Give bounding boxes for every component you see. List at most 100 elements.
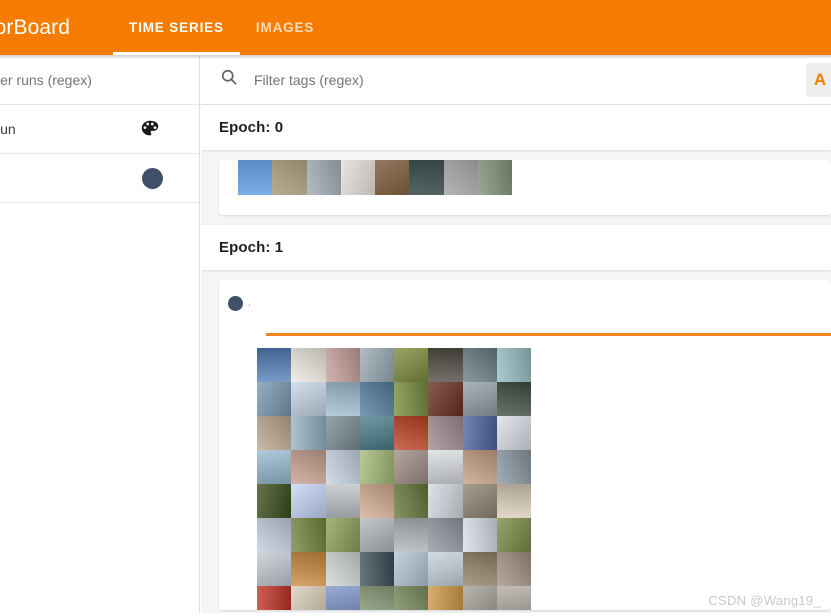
image-thumbnail <box>359 586 394 610</box>
image-thumbnail <box>272 160 307 195</box>
image-thumbnail <box>477 160 512 195</box>
tab-time-series[interactable]: TIME SERIES <box>113 0 240 55</box>
image-thumbnail <box>257 518 292 552</box>
image-thumbnail <box>325 450 360 484</box>
settings-button[interactable]: A <box>806 63 831 97</box>
image-thumbnail <box>409 160 444 195</box>
image-thumbnail <box>443 160 478 195</box>
image-card-1: . <box>219 280 831 610</box>
image-thumbnail <box>291 348 326 382</box>
image-thumbnail <box>394 450 429 484</box>
image-thumbnail <box>359 348 394 382</box>
tab-images[interactable]: IMAGES <box>240 0 330 55</box>
image-thumbnail <box>257 450 292 484</box>
run-section-label: Run <box>0 121 16 137</box>
image-thumbnail <box>359 552 394 586</box>
image-thumbnail <box>428 348 463 382</box>
image-thumbnail <box>428 518 463 552</box>
image-thumbnail <box>428 484 463 518</box>
epoch-body-1: . <box>201 270 831 616</box>
settings-button-glyph: A <box>813 70 827 89</box>
image-thumbnail <box>496 382 531 416</box>
image-thumbnail <box>340 160 375 195</box>
tag-filter-bar[interactable]: Filter tags (regex) A <box>201 55 831 105</box>
run-color-swatch <box>228 295 243 311</box>
tag-filter-input[interactable]: Filter tags (regex) <box>254 72 364 88</box>
image-card-1-title: . <box>248 296 252 309</box>
tab-bar: TIME SERIES IMAGES <box>113 0 330 55</box>
image-thumbnail <box>325 416 360 450</box>
image-thumbnail <box>428 382 463 416</box>
epoch-body-0 <box>201 150 831 225</box>
image-thumbnail <box>257 586 292 610</box>
run-list-item[interactable] <box>0 154 199 203</box>
palette-icon[interactable] <box>139 118 161 140</box>
image-thumbnail <box>394 552 429 586</box>
tensorboard-app: sorBoard TIME SERIES IMAGES ilter runs (… <box>0 0 831 616</box>
epoch-header-1-label: Epoch: 1 <box>219 239 284 256</box>
image-thumbnail <box>394 416 429 450</box>
image-thumbnail <box>394 586 429 610</box>
epoch-header-0-label: Epoch: 0 <box>219 119 284 136</box>
image-thumbnail <box>257 382 292 416</box>
step-slider[interactable] <box>266 333 831 336</box>
image-thumbnail <box>291 552 326 586</box>
app-bar: sorBoard TIME SERIES IMAGES <box>0 0 831 55</box>
image-thumbnail <box>462 348 497 382</box>
run-section-header: Run <box>0 105 199 154</box>
image-thumbnail <box>359 518 394 552</box>
image-grid[interactable] <box>257 348 531 610</box>
tab-time-series-label: TIME SERIES <box>129 20 224 35</box>
image-thumbnail <box>325 552 360 586</box>
image-thumbnail <box>428 416 463 450</box>
sidebar: ilter runs (regex) Run <box>0 55 200 616</box>
image-card-0 <box>219 160 831 215</box>
image-thumbnail <box>359 484 394 518</box>
image-thumbnail <box>238 160 273 195</box>
runs-filter-input[interactable]: ilter runs (regex) <box>0 72 92 88</box>
image-thumbnail <box>325 382 360 416</box>
image-thumbnail <box>359 382 394 416</box>
image-thumbnail <box>325 518 360 552</box>
epoch-header-1[interactable]: Epoch: 1 <box>201 225 831 270</box>
image-thumbnail <box>291 450 326 484</box>
image-thumbnail <box>257 484 292 518</box>
image-thumbnail <box>496 552 531 586</box>
image-thumbnail <box>291 484 326 518</box>
image-thumbnail <box>496 518 531 552</box>
image-thumbnail <box>291 518 326 552</box>
image-thumbnail <box>325 586 360 610</box>
epoch-header-0[interactable]: Epoch: 0 <box>201 105 831 150</box>
image-thumbnail <box>375 160 410 195</box>
image-card-1-header: . <box>219 292 831 314</box>
image-thumbnail <box>496 586 531 610</box>
tab-images-label: IMAGES <box>255 20 315 35</box>
image-thumbnail <box>462 416 497 450</box>
image-thumbnail <box>394 348 429 382</box>
image-thumbnail <box>462 382 497 416</box>
image-thumbnail <box>462 552 497 586</box>
image-thumbnail <box>291 586 326 610</box>
image-thumbnail <box>359 416 394 450</box>
image-thumbnail <box>462 450 497 484</box>
search-icon <box>219 67 239 92</box>
watermark: CSDN @Wang19_ <box>708 593 821 608</box>
image-thumbnail <box>496 450 531 484</box>
image-thumbnail <box>257 416 292 450</box>
image-thumbnail <box>462 586 497 610</box>
image-thumbnail <box>291 416 326 450</box>
image-thumbnail <box>306 160 341 195</box>
image-thumbnail <box>496 348 531 382</box>
image-strip-0 <box>238 160 512 195</box>
image-thumbnail <box>394 382 429 416</box>
image-thumbnail <box>257 552 292 586</box>
run-color-swatch[interactable] <box>142 167 163 189</box>
main-content: Filter tags (regex) A Epoch: 0 Epoch: 1 … <box>201 55 831 616</box>
app-title: sorBoard <box>0 16 71 39</box>
image-thumbnail <box>462 518 497 552</box>
runs-filter-row[interactable]: ilter runs (regex) <box>0 55 199 105</box>
image-thumbnail <box>359 450 394 484</box>
image-thumbnail <box>496 416 531 450</box>
image-thumbnail <box>291 382 326 416</box>
image-thumbnail <box>496 484 531 518</box>
